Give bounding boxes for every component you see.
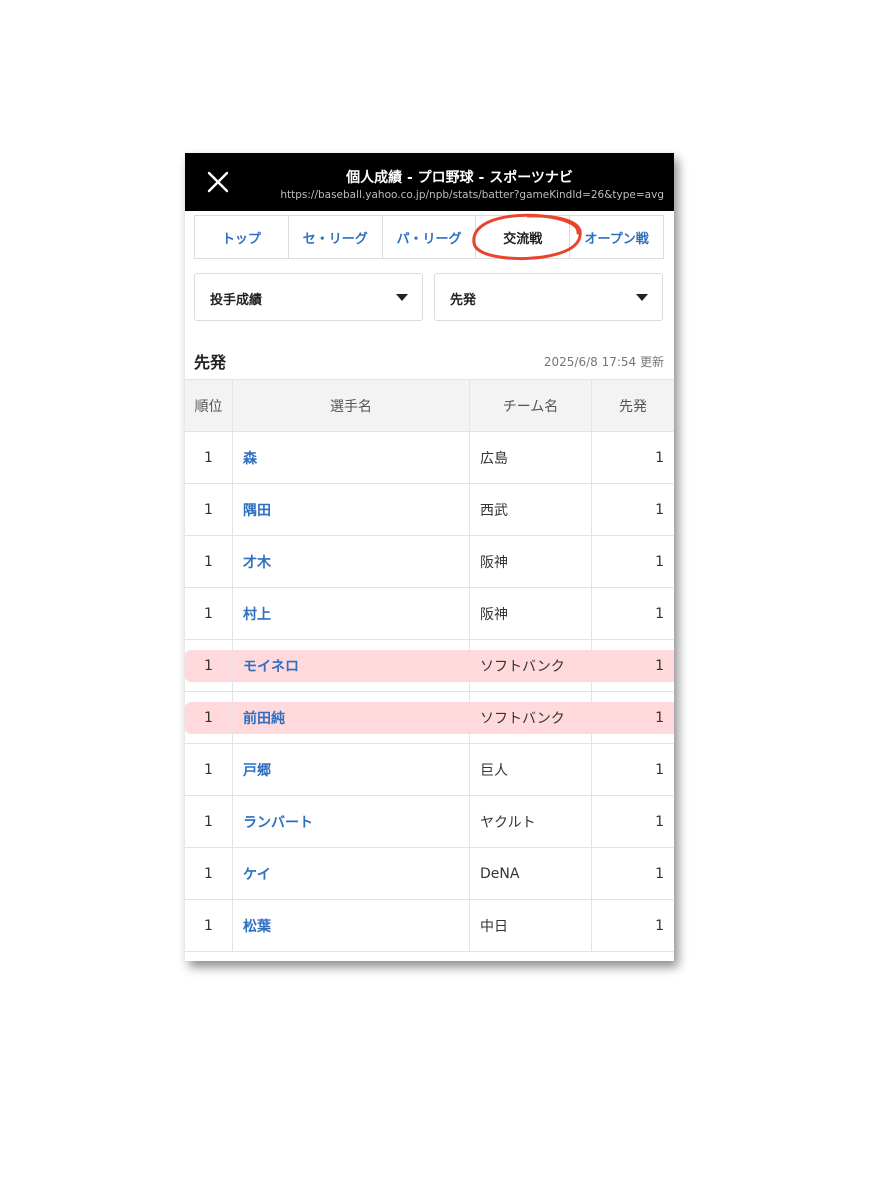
stat-select[interactable]: 先発	[434, 273, 663, 321]
team-name: ヤクルト	[470, 796, 592, 847]
table-row: 1 モイネロ ソフトバンク 1	[185, 640, 674, 692]
games-started: 1	[655, 917, 664, 934]
games-started: 1	[655, 709, 664, 726]
stats-table: 順位 選手名 チーム名 先発 1 森広島 1 1 隅田 西武 1 1 才木 阪神 1 1 村上 阪神 1 1 モ…	[185, 379, 674, 952]
team-name: 西武	[470, 484, 592, 535]
team-name: 阪神	[470, 536, 592, 587]
games-started: 1	[655, 449, 664, 466]
player-name-link[interactable]: ケイ	[233, 848, 470, 899]
caret-down-icon	[396, 294, 408, 301]
player-name-link[interactable]: 隅田	[233, 484, 470, 535]
table-body: 1 森広島 1 1 隅田 西武 1 1 才木 阪神 1 1 村上 阪神 1 1 モイネロ ソフトバンク 1 1 前田純ソ…	[185, 432, 674, 952]
games-started: 1	[655, 605, 664, 622]
header-player: 選手名	[233, 380, 470, 431]
category-select[interactable]: 投手成績	[194, 273, 423, 321]
section-title: 先発	[194, 353, 227, 372]
browser-view: 個人成績 - プロ野球 - スポーツナビ https://baseball.ya…	[185, 153, 674, 961]
team-name: 阪神	[470, 588, 592, 639]
table-row: 1 隅田 西武 1	[185, 484, 674, 536]
player-name-link[interactable]: ランバート	[233, 796, 470, 847]
tab-pacific-league[interactable]: パ・リーグ	[383, 216, 477, 258]
tab-top[interactable]: トップ	[195, 216, 289, 258]
row-rank: 1	[185, 588, 233, 639]
row-rank: 1	[185, 640, 233, 691]
player-name-link[interactable]: 村上	[233, 588, 470, 639]
team-name: 巨人	[470, 744, 592, 795]
table-row: 1 森広島 1	[185, 432, 674, 484]
games-started: 1	[655, 657, 664, 674]
table-row: 1 才木 阪神 1	[185, 536, 674, 588]
player-name-link[interactable]: 才木	[233, 536, 470, 587]
player-name-link[interactable]: モイネロ	[233, 640, 470, 691]
team-name: 広島	[470, 432, 592, 483]
games-started: 1	[655, 761, 664, 778]
row-rank: 1	[185, 744, 233, 795]
team-name: ソフトバンク	[470, 692, 592, 743]
row-rank: 1	[185, 692, 233, 743]
games-started: 1	[655, 553, 664, 570]
player-name-link[interactable]: 前田純	[233, 692, 470, 743]
page-title: 個人成績 - プロ野球 - スポーツナビ	[346, 170, 573, 186]
title-bar: 個人成績 - プロ野球 - スポーツナビ https://baseball.ya…	[185, 153, 674, 211]
tab-open-games[interactable]: オープン戦	[570, 216, 663, 258]
tab-interleague[interactable]: 交流戦	[476, 216, 571, 258]
header-games-started: 先発	[619, 398, 647, 415]
row-rank: 1	[185, 796, 233, 847]
player-name-link[interactable]: 森	[233, 432, 470, 483]
table-row: 1 ケイ DeNA 1	[185, 848, 674, 900]
category-select-value: 投手成績	[210, 293, 263, 308]
player-name-link[interactable]: 松葉	[233, 900, 470, 951]
header-team: チーム名	[470, 380, 592, 431]
row-rank: 1	[185, 848, 233, 899]
header-rank: 順位	[185, 380, 233, 431]
row-rank: 1	[185, 484, 233, 535]
team-name: ソフトバンク	[470, 640, 592, 691]
team-name: DeNA	[470, 848, 592, 899]
table-row: 1 松葉 中日 1	[185, 900, 674, 952]
row-rank: 1	[185, 900, 233, 951]
league-tabs: トップ セ・リーグ パ・リーグ 交流戦 オープン戦	[194, 215, 664, 259]
games-started: 1	[655, 813, 664, 830]
table-row: 1 前田純 ソフトバンク 1	[185, 692, 674, 744]
updated-timestamp: 2025/6/8 17:54 更新	[543, 355, 664, 369]
close-icon[interactable]	[203, 167, 233, 197]
table-header: 順位 選手名 チーム名 先発	[185, 379, 674, 432]
tab-central-league[interactable]: セ・リーグ	[289, 216, 383, 258]
table-row: 1 村上 阪神 1	[185, 588, 674, 640]
row-rank: 1	[185, 432, 233, 483]
player-name-link[interactable]: 戸郷	[233, 744, 470, 795]
table-row: 1 戸郷 巨人 1	[185, 744, 674, 796]
games-started: 1	[655, 865, 664, 882]
page-url: https://baseball.yahoo.co.jp/npb/stats/b…	[280, 189, 664, 201]
team-name: 中日	[470, 900, 592, 951]
caret-down-icon	[636, 294, 648, 301]
row-rank: 1	[185, 536, 233, 587]
games-started: 1	[655, 501, 664, 518]
table-row: 1 ランバート ヤクルト 1	[185, 796, 674, 848]
stat-select-value: 先発	[450, 293, 477, 308]
